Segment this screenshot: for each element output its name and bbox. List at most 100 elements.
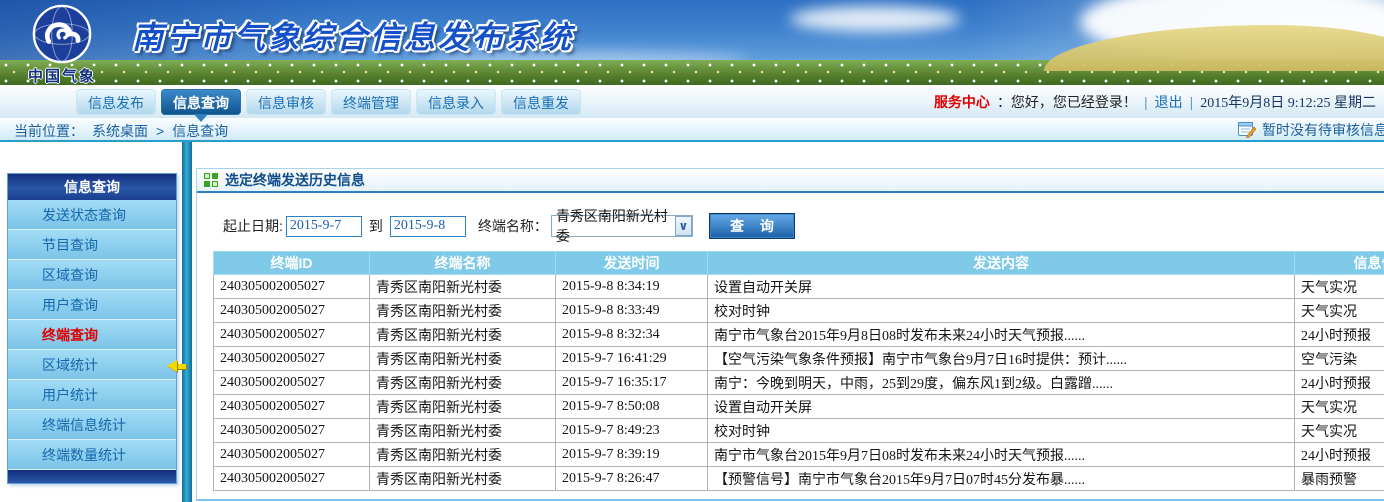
table-cell: 2015-9-8 8:33:49 xyxy=(556,299,708,323)
audit-notice: 暂时没有待审核信息 xyxy=(1238,120,1384,140)
sidebar-collapse-handle[interactable] xyxy=(167,360,186,372)
table-row: 240305002005027青秀区南阳新光村委2015-9-8 8:34:19… xyxy=(214,275,1384,299)
table-cell: 天气实况 xyxy=(1295,299,1384,323)
nav-tab-5[interactable]: 信息录入 xyxy=(416,89,496,115)
table-body: 240305002005027青秀区南阳新光村委2015-9-8 8:34:19… xyxy=(214,275,1384,491)
table-row: 240305002005027青秀区南阳新光村委2015-9-7 16:35:1… xyxy=(214,371,1384,395)
app-window: 中国气象 南宁市气象综合信息发布系统 信息发布信息查询信息审核终端管理信息录入信… xyxy=(0,0,1384,502)
table-cell: 240305002005027 xyxy=(214,347,370,371)
sidebar-item-4[interactable]: 用户查询 xyxy=(8,290,176,320)
terminal-select-value: 青秀区南阳新光村委 xyxy=(556,206,675,246)
table-cell: 天气实况 xyxy=(1295,395,1384,419)
table-row: 240305002005027青秀区南阳新光村委2015-9-8 8:32:34… xyxy=(214,323,1384,347)
table-cell: 青秀区南阳新光村委 xyxy=(370,467,556,491)
chevron-down-icon: ∨ xyxy=(675,216,692,236)
audit-notice-text: 暂时没有待审核信息 xyxy=(1262,120,1384,140)
to-label: 到 xyxy=(369,216,383,236)
table-cell: 2015-9-8 8:34:19 xyxy=(556,275,708,299)
table-cell: 青秀区南阳新光村委 xyxy=(370,275,556,299)
sidebar-item-1[interactable]: 发送状态查询 xyxy=(8,200,176,230)
sidebar-item-6[interactable]: 区域统计 xyxy=(8,350,176,380)
table-cell: 2015-9-7 16:41:29 xyxy=(556,347,708,371)
table-row: 240305002005027青秀区南阳新光村委2015-9-7 8:26:47… xyxy=(214,467,1384,491)
sidebar-footer xyxy=(8,470,176,483)
sidebar-item-7[interactable]: 用户统计 xyxy=(8,380,176,410)
table-cell: 24小时预报 xyxy=(1295,371,1384,395)
table-cell: 校对时钟 xyxy=(708,299,1295,323)
table-cell: 240305002005027 xyxy=(214,395,370,419)
date-range-label: 起止日期: xyxy=(223,216,283,236)
table-cell: 青秀区南阳新光村委 xyxy=(370,323,556,347)
table-cell: 天气实况 xyxy=(1295,275,1384,299)
breadcrumb-root-link[interactable]: 系统桌面 xyxy=(92,121,148,141)
column-header: 终端ID xyxy=(214,252,370,275)
breadcrumb-label: 当前位置： xyxy=(14,121,84,141)
table-cell: 天气实况 xyxy=(1295,419,1384,443)
sidebar-item-9[interactable]: 终端数量统计 xyxy=(8,440,176,470)
table-cell: 设置自动开关屏 xyxy=(708,395,1295,419)
table-cell: 240305002005027 xyxy=(214,371,370,395)
table-cell: 青秀区南阳新光村委 xyxy=(370,347,556,371)
user-info-bar: 服务中心 ：您好，您已经登录！ | 退出 | 2015年9月8日 9:12:25… xyxy=(934,92,1376,112)
table-header-row: 终端ID终端名称发送时间发送内容信息位 xyxy=(214,252,1384,275)
date-from-input[interactable] xyxy=(286,216,362,237)
table-cell: 青秀区南阳新光村委 xyxy=(370,371,556,395)
service-center-label: 服务中心 xyxy=(934,92,990,112)
query-button[interactable]: 查 询 xyxy=(709,213,795,239)
collapse-arrow-icon xyxy=(167,360,177,372)
column-header: 发送时间 xyxy=(556,252,708,275)
collapse-arrow-tail xyxy=(177,364,186,369)
sidebar-item-8[interactable]: 终端信息统计 xyxy=(8,410,176,440)
date-to-input[interactable] xyxy=(390,216,466,237)
sidebar-items: 发送状态查询节目查询区域查询用户查询终端查询区域统计用户统计终端信息统计终端数量… xyxy=(8,200,176,470)
table-cell: 240305002005027 xyxy=(214,443,370,467)
nav-tab-6[interactable]: 信息重发 xyxy=(501,89,581,115)
cma-logo-icon xyxy=(32,4,92,64)
table-cell: 2015-9-7 8:50:08 xyxy=(556,395,708,419)
history-table: 终端ID终端名称发送时间发送内容信息位 240305002005027青秀区南阳… xyxy=(213,251,1384,491)
sidebar-menu: 信息查询 发送状态查询节目查询区域查询用户查询终端查询区域统计用户统计终端信息统… xyxy=(7,173,177,484)
sidebar-item-5-active[interactable]: 终端查询 xyxy=(8,320,176,350)
main-panel: 选定终端发送历史信息 起止日期: 到 终端名称： 青秀区南阳新光村委 ∨ 查 询… xyxy=(196,168,1384,501)
cloud-decoration xyxy=(790,6,960,32)
terminal-select[interactable]: 青秀区南阳新光村委 ∨ xyxy=(551,215,693,237)
panel-title: 选定终端发送历史信息 xyxy=(225,170,365,190)
table-cell: 青秀区南阳新光村委 xyxy=(370,395,556,419)
nav-tab-1[interactable]: 信息发布 xyxy=(76,89,156,115)
column-header: 信息位 xyxy=(1295,252,1384,275)
table-cell: 设置自动开关屏 xyxy=(708,275,1295,299)
cma-logo: 中国气象 xyxy=(22,4,102,85)
grid-squares-icon xyxy=(204,173,218,187)
nav-tab-4[interactable]: 终端管理 xyxy=(331,89,411,115)
logo-caption: 中国气象 xyxy=(22,65,102,85)
sidebar-item-2[interactable]: 节目查询 xyxy=(8,230,176,260)
table-cell: 【空气污染气象条件预报】南宁市气象台9月7日16时提供：预计...... xyxy=(708,347,1295,371)
panel-title-bar: 选定终端发送历史信息 xyxy=(197,169,1384,193)
sidebar-title: 信息查询 xyxy=(8,174,176,200)
separator: | xyxy=(1144,94,1148,110)
terminal-name-label: 终端名称： xyxy=(478,216,548,236)
note-pencil-icon xyxy=(1238,122,1256,138)
table-cell: 青秀区南阳新光村委 xyxy=(370,299,556,323)
table-cell: 240305002005027 xyxy=(214,323,370,347)
table-row: 240305002005027青秀区南阳新光村委2015-9-7 8:50:08… xyxy=(214,395,1384,419)
table-cell: 240305002005027 xyxy=(214,275,370,299)
login-greeting: ：您好，您已经登录！ xyxy=(997,92,1137,112)
table-cell: 校对时钟 xyxy=(708,419,1295,443)
column-header: 终端名称 xyxy=(370,252,556,275)
nav-tabs: 信息发布信息查询信息审核终端管理信息录入信息重发 xyxy=(76,89,581,115)
sidebar-item-3[interactable]: 区域查询 xyxy=(8,260,176,290)
table-cell: 青秀区南阳新光村委 xyxy=(370,419,556,443)
table-cell: 2015-9-7 8:26:47 xyxy=(556,467,708,491)
logout-link[interactable]: 退出 xyxy=(1155,92,1183,112)
nav-tab-2-active[interactable]: 信息查询 xyxy=(161,89,241,115)
table-cell: 青秀区南阳新光村委 xyxy=(370,443,556,467)
content-area: 信息查询 发送状态查询节目查询区域查询用户查询终端查询区域统计用户统计终端信息统… xyxy=(0,142,1384,502)
header-banner: 中国气象 南宁市气象综合信息发布系统 xyxy=(0,0,1384,85)
separator: | xyxy=(1190,94,1194,110)
table-cell: 南宁市气象台2015年9月7日08时发布未来24小时天气预报...... xyxy=(708,443,1295,467)
table-cell: 空气污染 xyxy=(1295,347,1384,371)
site-title: 南宁市气象综合信息发布系统 xyxy=(132,12,574,57)
nav-tab-3[interactable]: 信息审核 xyxy=(246,89,326,115)
table-cell: 240305002005027 xyxy=(214,467,370,491)
